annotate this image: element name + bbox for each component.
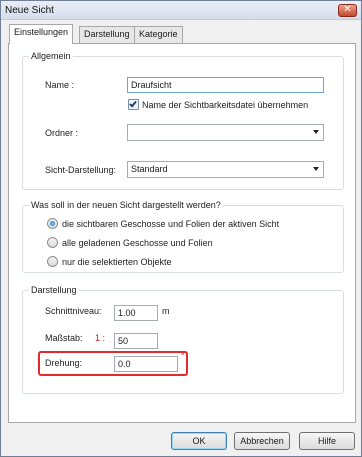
tab-einstellungen[interactable]: Einstellungen [9, 24, 74, 44]
help-button[interactable]: Hilfe [299, 432, 355, 450]
tab-panel-einstellungen: Allgemein Name : Draufsicht Name der Sic… [8, 43, 356, 423]
drehung-unit: ° [181, 351, 185, 361]
group-anzeige: Was soll in der neuen Sicht dargestellt … [22, 200, 344, 273]
tab-label: Darstellung [84, 29, 130, 39]
radio-alle-geschosse[interactable] [47, 237, 58, 248]
group-darstellung: Darstellung Schnittniveau: 1.00 m Maßsta… [22, 285, 344, 394]
ordner-label: Ordner : [45, 128, 79, 138]
name-label: Name : [45, 80, 75, 90]
ordner-select[interactable] [127, 124, 324, 141]
group-label-darstellung: Darstellung [29, 285, 79, 295]
checkmark-icon [129, 99, 137, 108]
name-input[interactable]: Draufsicht [127, 77, 324, 93]
close-icon: ✕ [343, 4, 352, 15]
sicht-darstellung-label: Sicht-Darstellung: [45, 165, 117, 175]
dialog-window: Neue Sicht ✕ Einstellungen Darstellung K… [0, 0, 362, 457]
tab-kategorie[interactable]: Kategorie [134, 26, 183, 43]
massstab-input[interactable]: 50 [114, 333, 158, 349]
close-button[interactable]: ✕ [338, 4, 357, 17]
checkbox-label: Name der Sichtbarkeitsdatei übernehmen [142, 100, 309, 110]
sicht-darstellung-select[interactable]: Standard [127, 161, 324, 178]
schnittniveau-input[interactable]: 1.00 [114, 305, 158, 321]
drehung-label: Drehung: [45, 358, 83, 368]
radio-label-alle-geschosse: alle geladenen Geschosse und Folien [62, 238, 213, 248]
radio-aktive-sicht[interactable] [47, 218, 58, 229]
schnittniveau-label: Schnittniveau: [45, 306, 102, 316]
sichtbarkeit-checkbox[interactable] [128, 99, 139, 110]
radio-label-selektierte-objekte: nur die selektierten Objekte [62, 257, 172, 267]
ok-button[interactable]: OK [171, 432, 227, 450]
massstab-label: Maßstab: [45, 333, 83, 343]
chevron-down-icon [313, 130, 319, 134]
tab-label: Einstellungen [14, 27, 69, 37]
window-title: Neue Sicht [5, 5, 54, 16]
massstab-prefix: 1 : [95, 333, 106, 343]
group-label-anzeige: Was soll in der neuen Sicht dargestellt … [29, 200, 223, 210]
chevron-down-icon [313, 167, 319, 171]
tab-label: Kategorie [139, 29, 178, 39]
group-label-allgemein: Allgemein [29, 51, 73, 61]
radio-label-aktive-sicht: die sichtbaren Geschosse und Folien der … [62, 219, 280, 229]
tab-darstellung[interactable]: Darstellung [79, 26, 135, 43]
radio-dot-icon [50, 221, 55, 226]
schnittniveau-unit: m [162, 306, 170, 316]
sicht-darstellung-value: Standard [131, 164, 168, 174]
title-bar[interactable]: Neue Sicht ✕ [1, 1, 361, 20]
drehung-input[interactable]: 0.0 [114, 356, 178, 372]
group-allgemein: Allgemein Name : Draufsicht Name der Sic… [22, 51, 344, 190]
cancel-button[interactable]: Abbrechen [234, 432, 290, 450]
radio-selektierte-objekte[interactable] [47, 256, 58, 267]
